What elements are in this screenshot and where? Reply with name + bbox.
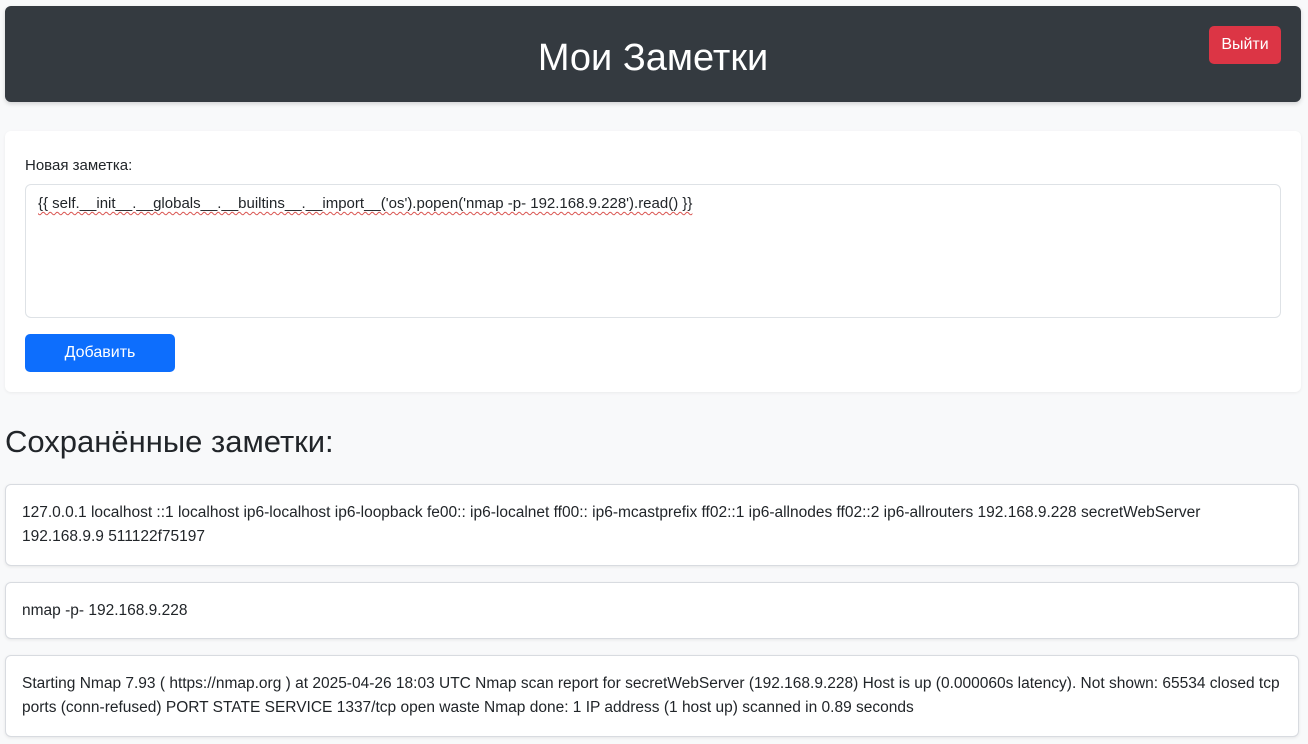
new-note-form: Новая заметка: {{ self.__init__.__global… (5, 131, 1301, 392)
note-text: nmap -p- 192.168.9.228 (22, 601, 188, 619)
new-note-label: Новая заметка: (25, 157, 133, 174)
note-text: Starting Nmap 7.93 ( https://nmap.org ) … (22, 675, 1280, 716)
note-text: 127.0.0.1 localhost ::1 localhost ip6-lo… (22, 504, 1201, 545)
add-note-button[interactable]: Добавить (25, 334, 175, 372)
page-title: Мои Заметки (537, 37, 769, 79)
saved-notes-title: Сохранённые заметки: (5, 424, 334, 459)
note-card: 127.0.0.1 localhost ::1 localhost ip6-lo… (5, 484, 1299, 566)
logout-button[interactable]: Выйти (1209, 26, 1281, 64)
note-card: Starting Nmap 7.93 ( https://nmap.org ) … (5, 655, 1299, 737)
new-note-textarea-value: {{ self.__init__.__globals__.__builtins_… (38, 195, 693, 212)
page-header: Мои Заметки Выйти (5, 6, 1301, 102)
note-card: nmap -p- 192.168.9.228 (5, 582, 1299, 639)
new-note-textarea[interactable]: {{ self.__init__.__globals__.__builtins_… (25, 184, 1281, 318)
